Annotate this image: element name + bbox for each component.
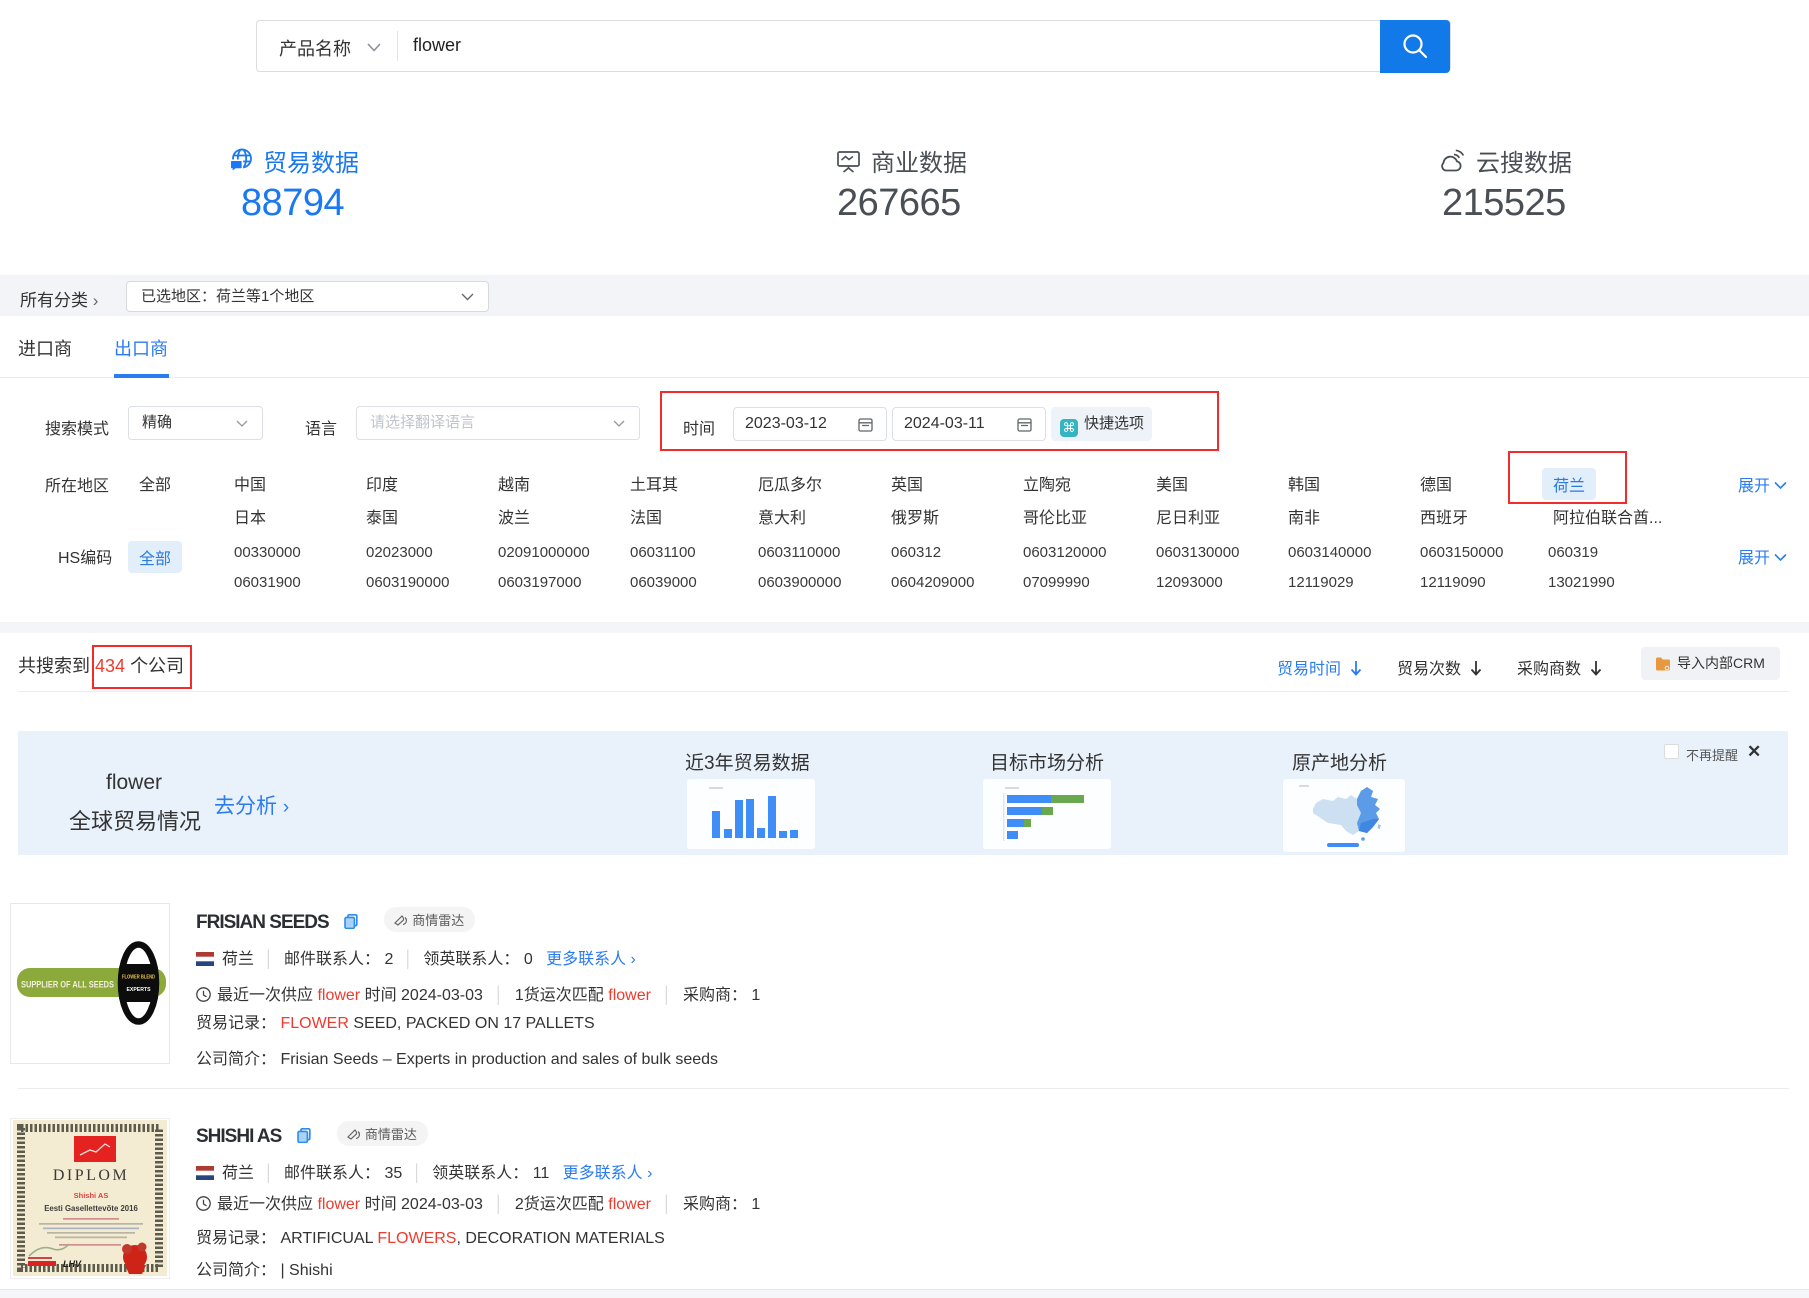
svg-text:FLOWER BLEND: FLOWER BLEND <box>122 975 155 981</box>
svg-text:DIPLOM: DIPLOM <box>53 1167 129 1184</box>
svg-text:SUPPLIER OF ALL SEEDS: SUPPLIER OF ALL SEEDS <box>21 980 114 991</box>
svg-text:Eesti Gasellettevõte 2016: Eesti Gasellettevõte 2016 <box>44 1204 138 1213</box>
svg-text:LHV: LHV <box>63 1259 82 1269</box>
svg-text:Shishi AS: Shishi AS <box>74 1191 109 1200</box>
svg-text:EXPERTS: EXPERTS <box>127 987 151 993</box>
